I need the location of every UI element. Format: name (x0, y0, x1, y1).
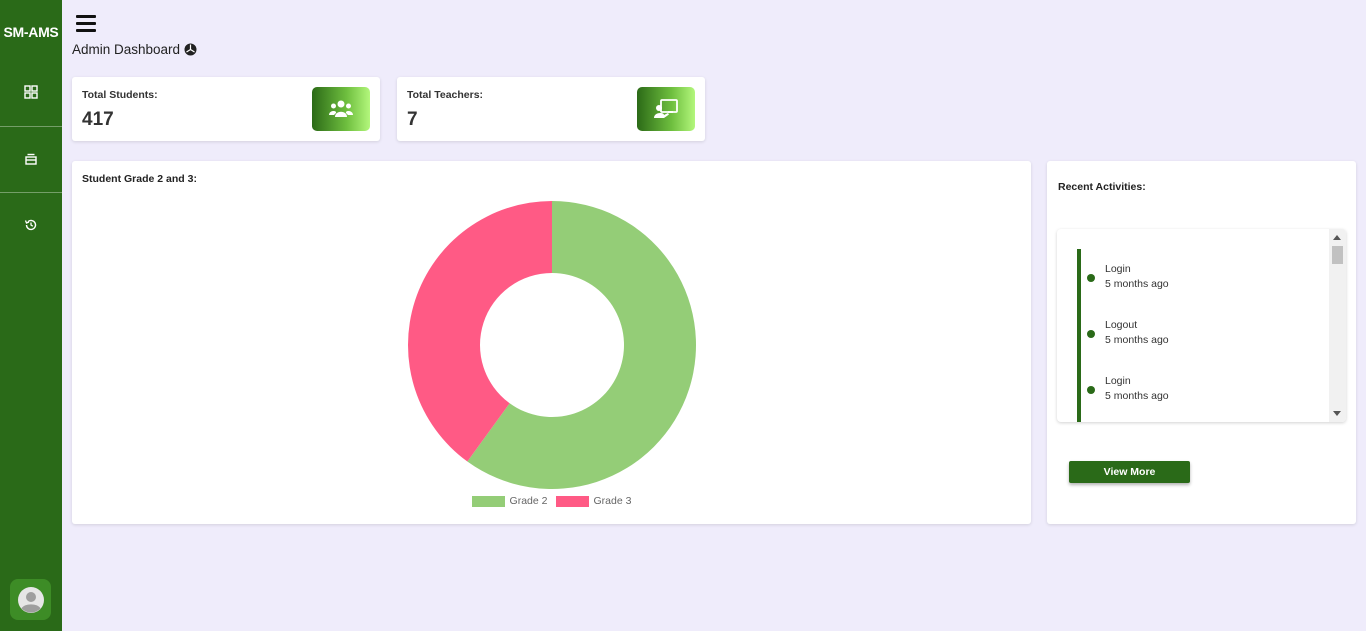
inbox-icon (25, 153, 37, 165)
sidebar-item-dashboard[interactable] (0, 60, 62, 124)
total-teachers-card: Total Teachers: 7 (397, 77, 705, 141)
activity-action: Logout (1105, 319, 1138, 331)
timeline-dot (1087, 274, 1095, 282)
scroll-up-arrow-icon[interactable] (1333, 235, 1341, 240)
chart-legend: Grade 2 Grade 3 (72, 495, 1031, 507)
total-students-value: 417 (82, 109, 114, 130)
scroll-down-arrow-icon[interactable] (1333, 411, 1341, 416)
activity-action: Login (1105, 263, 1131, 275)
sidebar: SM-AMS (0, 0, 62, 631)
grade-chart-card: Student Grade 2 and 3: Grade 2 Grade 3 (72, 161, 1031, 524)
sidebar-item-history[interactable] (0, 193, 62, 257)
activity-time: 5 months ago (1105, 334, 1169, 346)
grid-icon (24, 85, 38, 99)
sidebar-item-archive[interactable] (0, 127, 62, 191)
view-more-button[interactable]: View More (1069, 461, 1190, 483)
recent-activities-card: Recent Activities: Login 5 months ago Lo… (1047, 161, 1356, 524)
legend-label: Grade 3 (593, 495, 632, 507)
activity-action: Login (1105, 375, 1131, 387)
scroll-thumb[interactable] (1332, 246, 1343, 264)
total-students-label: Total Students: (82, 89, 158, 101)
brand-title: SM-AMS (3, 24, 59, 40)
activity-time: 5 months ago (1105, 278, 1169, 290)
page-title: Admin Dashboard (72, 42, 197, 57)
total-teachers-label: Total Teachers: (407, 89, 484, 101)
total-students-card: Total Students: 417 (72, 77, 380, 141)
legend-label: Grade 2 (509, 495, 548, 507)
history-icon (24, 219, 37, 231)
user-icon (17, 586, 44, 613)
legend-swatch (471, 495, 505, 507)
total-teachers-value: 7 (407, 109, 418, 130)
legend-swatch (555, 495, 589, 507)
activity-list[interactable]: Login 5 months ago Logout 5 months ago L… (1057, 229, 1346, 422)
donut-chart (407, 201, 696, 489)
timeline-dot (1087, 330, 1095, 338)
timeline-dot (1087, 386, 1095, 394)
users-icon (312, 87, 370, 131)
legend-item-grade-2[interactable]: Grade 2 (471, 495, 548, 507)
timeline-line (1077, 249, 1081, 422)
legend-item-grade-3[interactable]: Grade 3 (555, 495, 632, 507)
activity-time: 5 months ago (1105, 390, 1169, 402)
page-title-text: Admin Dashboard (72, 42, 181, 57)
user-avatar[interactable] (10, 579, 51, 620)
info-icon (184, 43, 197, 56)
activities-title: Recent Activities: (1058, 181, 1146, 193)
menu-toggle-icon[interactable] (76, 15, 96, 33)
activity-scrollbar[interactable] (1329, 229, 1346, 422)
chalkboard-teacher-icon (637, 87, 695, 131)
